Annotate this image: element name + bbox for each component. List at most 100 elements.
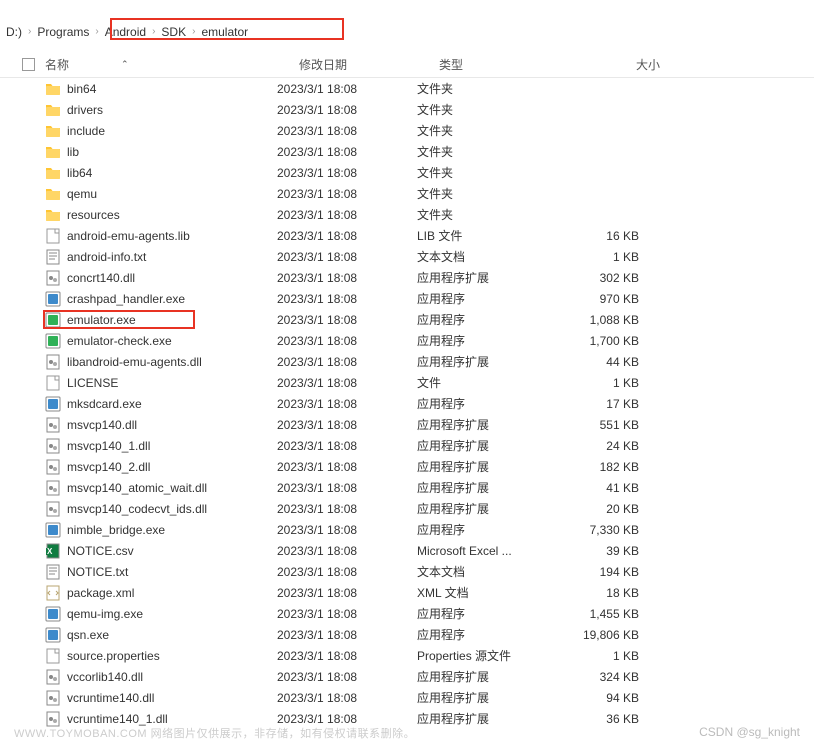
file-row[interactable]: bin642023/3/1 18:08文件夹 bbox=[0, 78, 814, 99]
file-date: 2023/3/1 18:08 bbox=[277, 313, 417, 327]
file-type: 应用程序扩展 bbox=[417, 416, 559, 433]
file-row[interactable]: qemu-img.exe2023/3/1 18:08应用程序1,455 KB bbox=[0, 603, 814, 624]
file-row[interactable]: source.properties2023/3/1 18:08Propertie… bbox=[0, 645, 814, 666]
file-row[interactable]: include2023/3/1 18:08文件夹 bbox=[0, 120, 814, 141]
file-date: 2023/3/1 18:08 bbox=[277, 208, 417, 222]
file-size: 182 KB bbox=[559, 460, 657, 474]
file-row[interactable]: android-info.txt2023/3/1 18:08文本文档1 KB bbox=[0, 246, 814, 267]
file-name-cell: source.properties bbox=[45, 648, 277, 664]
dll-icon bbox=[45, 669, 61, 685]
file-row[interactable]: emulator-check.exe2023/3/1 18:08应用程序1,70… bbox=[0, 330, 814, 351]
dll-icon bbox=[45, 480, 61, 496]
breadcrumb-segment[interactable]: emulator bbox=[195, 25, 254, 39]
file-row[interactable]: lib642023/3/1 18:08文件夹 bbox=[0, 162, 814, 183]
file-row[interactable]: msvcp140_codecvt_ids.dll2023/3/1 18:08应用… bbox=[0, 498, 814, 519]
file-row[interactable]: msvcp140.dll2023/3/1 18:08应用程序扩展551 KB bbox=[0, 414, 814, 435]
file-name: qemu bbox=[67, 187, 97, 201]
dll-icon bbox=[45, 690, 61, 706]
file-size: 1,455 KB bbox=[559, 607, 657, 621]
file-date: 2023/3/1 18:08 bbox=[277, 103, 417, 117]
file-row[interactable]: XNOTICE.csv2023/3/1 18:08Microsoft Excel… bbox=[0, 540, 814, 561]
file-date: 2023/3/1 18:08 bbox=[277, 481, 417, 495]
file-name-cell: msvcp140_2.dll bbox=[45, 459, 277, 475]
select-all-checkbox[interactable] bbox=[22, 58, 35, 71]
file-row[interactable]: resources2023/3/1 18:08文件夹 bbox=[0, 204, 814, 225]
exe-icon bbox=[45, 522, 61, 538]
file-icon bbox=[45, 375, 61, 391]
file-name-cell: XNOTICE.csv bbox=[45, 543, 277, 559]
file-row[interactable]: msvcp140_1.dll2023/3/1 18:08应用程序扩展24 KB bbox=[0, 435, 814, 456]
file-row[interactable]: msvcp140_atomic_wait.dll2023/3/1 18:08应用… bbox=[0, 477, 814, 498]
file-size: 1 KB bbox=[559, 250, 657, 264]
file-type: 文件夹 bbox=[417, 206, 559, 223]
file-row[interactable]: msvcp140_2.dll2023/3/1 18:08应用程序扩展182 KB bbox=[0, 456, 814, 477]
header-type[interactable]: 类型 bbox=[439, 56, 580, 73]
file-name: crashpad_handler.exe bbox=[67, 292, 185, 306]
file-date: 2023/3/1 18:08 bbox=[277, 376, 417, 390]
file-name: msvcp140_2.dll bbox=[67, 460, 150, 474]
file-size: 19,806 KB bbox=[559, 628, 657, 642]
file-name-cell: mksdcard.exe bbox=[45, 396, 277, 412]
breadcrumb-segment[interactable]: SDK bbox=[155, 25, 192, 39]
file-row[interactable]: libandroid-emu-agents.dll2023/3/1 18:08应… bbox=[0, 351, 814, 372]
file-row[interactable]: nimble_bridge.exe2023/3/1 18:08应用程序7,330… bbox=[0, 519, 814, 540]
file-name: drivers bbox=[67, 103, 103, 117]
file-row[interactable]: LICENSE2023/3/1 18:08文件1 KB bbox=[0, 372, 814, 393]
file-name-cell: package.xml bbox=[45, 585, 277, 601]
breadcrumb-segment[interactable]: Programs bbox=[31, 25, 95, 39]
file-size: 44 KB bbox=[559, 355, 657, 369]
file-name-cell: msvcp140_codecvt_ids.dll bbox=[45, 501, 277, 517]
file-name: lib64 bbox=[67, 166, 92, 180]
file-name-cell: qsn.exe bbox=[45, 627, 277, 643]
file-row[interactable]: qsn.exe2023/3/1 18:08应用程序19,806 KB bbox=[0, 624, 814, 645]
file-row[interactable]: android-emu-agents.lib2023/3/1 18:08LIB … bbox=[0, 225, 814, 246]
file-date: 2023/3/1 18:08 bbox=[277, 565, 417, 579]
file-size: 970 KB bbox=[559, 292, 657, 306]
folder-icon bbox=[45, 165, 61, 181]
folder-icon bbox=[45, 102, 61, 118]
file-date: 2023/3/1 18:08 bbox=[277, 355, 417, 369]
file-name-cell: nimble_bridge.exe bbox=[45, 522, 277, 538]
file-size: 20 KB bbox=[559, 502, 657, 516]
file-row[interactable]: crashpad_handler.exe2023/3/1 18:08应用程序97… bbox=[0, 288, 814, 309]
file-row[interactable]: emulator.exe2023/3/1 18:08应用程序1,088 KB bbox=[0, 309, 814, 330]
breadcrumb-drive[interactable]: D:) bbox=[0, 25, 28, 39]
file-type: 文件夹 bbox=[417, 122, 559, 139]
header-name[interactable]: 名称 ⌃ bbox=[45, 56, 299, 73]
file-size: 17 KB bbox=[559, 397, 657, 411]
file-name-cell: libandroid-emu-agents.dll bbox=[45, 354, 277, 370]
column-headers: 名称 ⌃ 修改日期 类型 大小 bbox=[0, 52, 814, 78]
file-name: vcruntime140.dll bbox=[67, 691, 154, 705]
dll-icon bbox=[45, 417, 61, 433]
file-row[interactable]: concrt140.dll2023/3/1 18:08应用程序扩展302 KB bbox=[0, 267, 814, 288]
file-name-cell: NOTICE.txt bbox=[45, 564, 277, 580]
file-size: 302 KB bbox=[559, 271, 657, 285]
file-date: 2023/3/1 18:08 bbox=[277, 439, 417, 453]
file-name: vccorlib140.dll bbox=[67, 670, 143, 684]
file-row[interactable]: vccorlib140.dll2023/3/1 18:08应用程序扩展324 K… bbox=[0, 666, 814, 687]
file-row[interactable]: mksdcard.exe2023/3/1 18:08应用程序17 KB bbox=[0, 393, 814, 414]
file-name-cell: lib bbox=[45, 144, 277, 160]
file-date: 2023/3/1 18:08 bbox=[277, 607, 417, 621]
breadcrumb-segment[interactable]: Android bbox=[99, 25, 152, 39]
file-date: 2023/3/1 18:08 bbox=[277, 124, 417, 138]
file-row[interactable]: package.xml2023/3/1 18:08XML 文档18 KB bbox=[0, 582, 814, 603]
file-name-cell: qemu-img.exe bbox=[45, 606, 277, 622]
file-row[interactable]: qemu2023/3/1 18:08文件夹 bbox=[0, 183, 814, 204]
file-name-cell: vcruntime140.dll bbox=[45, 690, 277, 706]
file-row[interactable]: NOTICE.txt2023/3/1 18:08文本文档194 KB bbox=[0, 561, 814, 582]
breadcrumb[interactable]: D:) › Programs › Android › SDK › emulato… bbox=[0, 20, 814, 44]
header-size[interactable]: 大小 bbox=[580, 56, 678, 73]
file-name-cell: msvcp140.dll bbox=[45, 417, 277, 433]
file-date: 2023/3/1 18:08 bbox=[277, 145, 417, 159]
file-row[interactable]: vcruntime140.dll2023/3/1 18:08应用程序扩展94 K… bbox=[0, 687, 814, 708]
file-date: 2023/3/1 18:08 bbox=[277, 712, 417, 726]
watermark-left: WWW.TOYMOBAN.COM 网络图片仅供展示，非存储，如有侵权请联系删除。 bbox=[14, 725, 415, 741]
file-row[interactable]: lib2023/3/1 18:08文件夹 bbox=[0, 141, 814, 162]
file-name: nimble_bridge.exe bbox=[67, 523, 165, 537]
file-row[interactable]: drivers2023/3/1 18:08文件夹 bbox=[0, 99, 814, 120]
dll-icon bbox=[45, 270, 61, 286]
file-size: 7,330 KB bbox=[559, 523, 657, 537]
file-name-cell: resources bbox=[45, 207, 277, 223]
header-date[interactable]: 修改日期 bbox=[299, 56, 439, 73]
